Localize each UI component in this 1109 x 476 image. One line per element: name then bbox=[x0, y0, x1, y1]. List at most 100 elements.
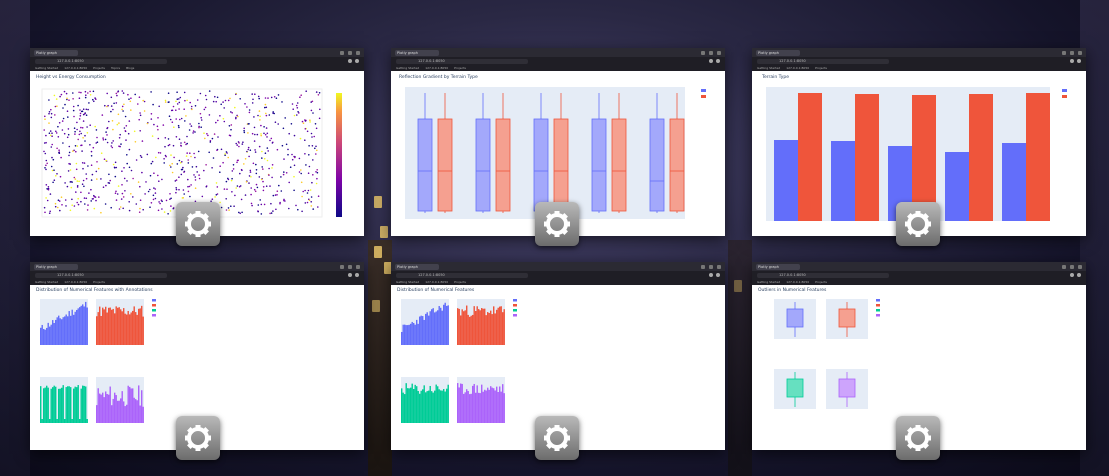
maximize-icon[interactable] bbox=[709, 264, 713, 269]
toolbar-icons bbox=[348, 59, 359, 63]
scatter-point bbox=[162, 124, 165, 126]
legend[interactable] bbox=[701, 89, 706, 98]
gear-icon[interactable] bbox=[535, 416, 579, 460]
bookmark[interactable]: Blogs bbox=[126, 66, 134, 70]
browser-tab[interactable]: Plotly graph bbox=[395, 49, 439, 56]
menu-icon[interactable] bbox=[1077, 59, 1081, 63]
browser-tab[interactable]: Plotly graph bbox=[395, 263, 439, 270]
scatter-point bbox=[168, 101, 170, 103]
gear-icon[interactable] bbox=[535, 202, 579, 246]
bar bbox=[774, 140, 798, 221]
address-input[interactable]: 127.0.0.1:8050 bbox=[35, 272, 167, 278]
bookmark[interactable]: Projects bbox=[815, 280, 827, 284]
maximize-icon[interactable] bbox=[709, 50, 713, 55]
histogram-bar bbox=[138, 385, 140, 423]
legend[interactable] bbox=[876, 299, 880, 317]
close-icon[interactable] bbox=[1078, 50, 1082, 55]
menu-icon[interactable] bbox=[716, 273, 720, 277]
address-input[interactable]: 127.0.0.1:8050 bbox=[396, 58, 528, 64]
bookmark[interactable]: Projects bbox=[454, 66, 466, 70]
close-icon[interactable] bbox=[1078, 264, 1082, 269]
minimize-icon[interactable] bbox=[701, 50, 705, 55]
bookmark[interactable]: 127.0.0.1:8050 bbox=[786, 280, 809, 284]
histogram-bar bbox=[126, 404, 128, 423]
browser-tab[interactable]: Plotly graph bbox=[34, 263, 78, 270]
maximize-icon[interactable] bbox=[348, 264, 352, 269]
bookmark[interactable]: Getting Started bbox=[396, 280, 419, 284]
menu-icon[interactable] bbox=[355, 59, 359, 63]
scatter-point bbox=[271, 167, 273, 169]
bookmark[interactable]: Getting Started bbox=[396, 66, 419, 70]
bookmark[interactable]: 127.0.0.1:8050 bbox=[64, 280, 87, 284]
histogram-bar bbox=[86, 307, 88, 345]
extension-icon[interactable] bbox=[1070, 273, 1074, 277]
window-controls[interactable] bbox=[340, 264, 360, 269]
close-icon[interactable] bbox=[717, 50, 721, 55]
legend[interactable] bbox=[513, 299, 517, 317]
window-controls[interactable] bbox=[1062, 264, 1082, 269]
window-controls[interactable] bbox=[340, 50, 360, 55]
extension-icon[interactable] bbox=[709, 273, 713, 277]
maximize-icon[interactable] bbox=[1070, 50, 1074, 55]
minimize-icon[interactable] bbox=[1062, 264, 1066, 269]
bookmark[interactable]: 127.0.0.1:8050 bbox=[64, 66, 87, 70]
minimize-icon[interactable] bbox=[340, 50, 344, 55]
address-input[interactable]: 127.0.0.1:8050 bbox=[757, 272, 889, 278]
scatter-point bbox=[103, 158, 106, 160]
scatter-point bbox=[248, 175, 251, 177]
browser-tab[interactable]: Plotly graph bbox=[34, 49, 78, 56]
histogram-bar bbox=[73, 314, 75, 345]
bookmark[interactable]: Projects bbox=[454, 280, 466, 284]
extension-icon[interactable] bbox=[348, 273, 352, 277]
histogram-bar bbox=[410, 387, 412, 423]
scatter-point bbox=[55, 98, 58, 100]
gear-icon[interactable] bbox=[176, 202, 220, 246]
menu-icon[interactable] bbox=[355, 273, 359, 277]
address-input[interactable]: 127.0.0.1:8050 bbox=[396, 272, 528, 278]
close-icon[interactable] bbox=[356, 264, 360, 269]
scatter-point bbox=[208, 114, 211, 116]
address-input[interactable]: 127.0.0.1:8050 bbox=[757, 58, 889, 64]
bookmark[interactable]: Projects bbox=[93, 66, 105, 70]
bookmark[interactable]: 127.0.0.1:8050 bbox=[425, 66, 448, 70]
bookmark[interactable]: Projects bbox=[93, 280, 105, 284]
bookmark[interactable]: Getting Started bbox=[757, 280, 780, 284]
window-controls[interactable] bbox=[701, 264, 721, 269]
menu-icon[interactable] bbox=[716, 59, 720, 63]
scatter-point bbox=[315, 145, 317, 148]
scatter-point bbox=[259, 115, 261, 118]
bookmark[interactable]: Getting Started bbox=[35, 280, 58, 284]
extension-icon[interactable] bbox=[348, 59, 352, 63]
maximize-icon[interactable] bbox=[1070, 264, 1074, 269]
scatter-point bbox=[307, 172, 310, 174]
browser-tab[interactable]: Plotly graph bbox=[756, 49, 800, 56]
minimize-icon[interactable] bbox=[340, 264, 344, 269]
extension-icon[interactable] bbox=[709, 59, 713, 63]
window-controls[interactable] bbox=[1062, 50, 1082, 55]
gear-icon[interactable] bbox=[896, 202, 940, 246]
address-input[interactable]: 127.0.0.1:8050 bbox=[35, 58, 167, 64]
window-controls[interactable] bbox=[701, 50, 721, 55]
bookmark[interactable]: Getting Started bbox=[757, 66, 780, 70]
legend[interactable] bbox=[1062, 89, 1067, 98]
extension-icon[interactable] bbox=[1070, 59, 1074, 63]
tab-label: Plotly graph bbox=[36, 264, 57, 269]
bookmark[interactable]: Getting Started bbox=[35, 66, 58, 70]
menu-icon[interactable] bbox=[1077, 273, 1081, 277]
bookmark[interactable]: Projects bbox=[815, 66, 827, 70]
gear-icon[interactable] bbox=[896, 416, 940, 460]
scatter-point bbox=[313, 135, 316, 138]
close-icon[interactable] bbox=[356, 50, 360, 55]
legend[interactable] bbox=[152, 299, 156, 317]
close-icon[interactable] bbox=[717, 264, 721, 269]
minimize-icon[interactable] bbox=[701, 264, 705, 269]
scatter-point bbox=[121, 192, 124, 195]
bookmark[interactable]: 127.0.0.1:8050 bbox=[425, 280, 448, 284]
histogram-bar bbox=[470, 393, 472, 423]
minimize-icon[interactable] bbox=[1062, 50, 1066, 55]
browser-tab[interactable]: Plotly graph bbox=[756, 263, 800, 270]
bookmark[interactable]: Topics bbox=[111, 66, 120, 70]
gear-icon[interactable] bbox=[176, 416, 220, 460]
bookmark[interactable]: 127.0.0.1:8050 bbox=[786, 66, 809, 70]
maximize-icon[interactable] bbox=[348, 50, 352, 55]
